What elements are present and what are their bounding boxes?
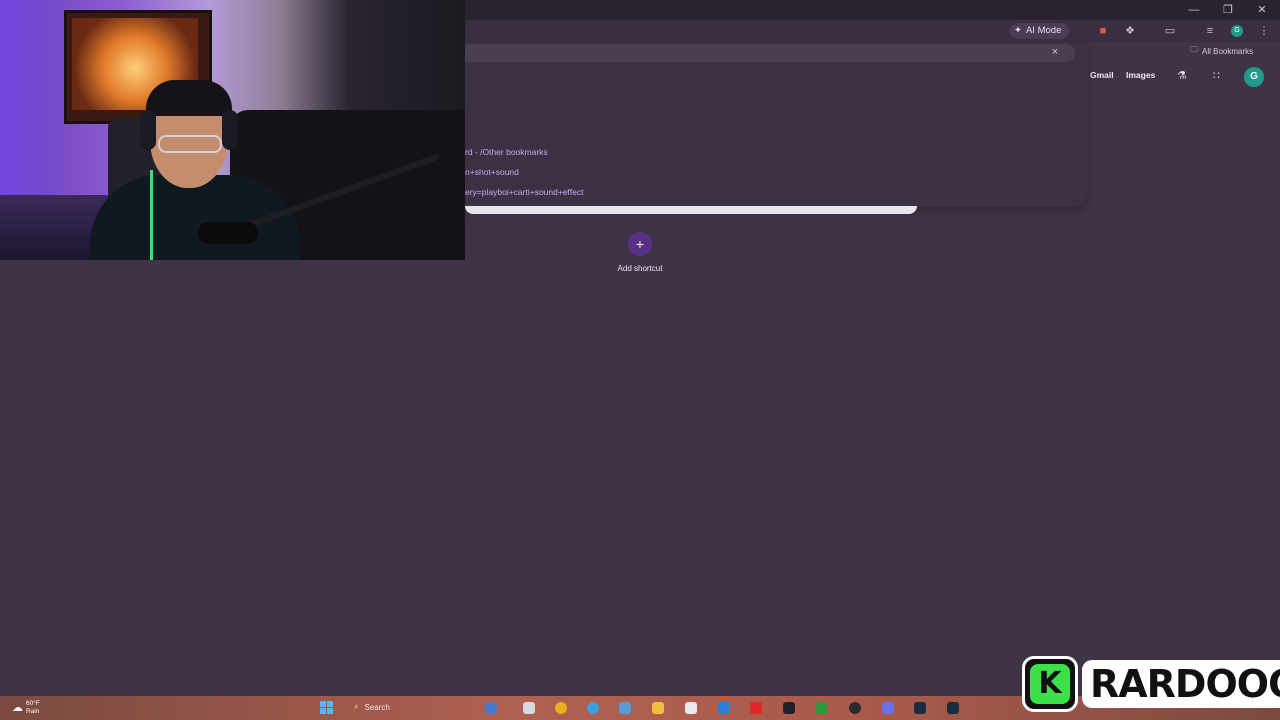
headphone-left	[140, 110, 156, 150]
headset-cable	[150, 170, 153, 260]
headphone-right	[222, 110, 238, 150]
folder-icon: 🗀	[1190, 45, 1198, 54]
suggestion-item[interactable]: ery=playboi+carti+sound+effect	[465, 187, 583, 197]
chrome-icon[interactable]	[555, 702, 567, 714]
taskbar-app-icon[interactable]	[485, 702, 497, 714]
taskbar-search-label: Search	[364, 702, 390, 712]
close-window-icon[interactable]: ✕	[1246, 2, 1278, 18]
obs-icon[interactable]	[849, 702, 861, 714]
add-shortcut-button[interactable]: +	[628, 232, 652, 256]
restore-icon[interactable]: ❐	[1212, 2, 1244, 18]
taskbar-app-icon[interactable]	[685, 702, 697, 714]
cast-icon[interactable]: ▭	[1163, 24, 1177, 38]
glasses	[158, 135, 222, 153]
search-box-edge	[465, 206, 917, 214]
taskbar-app-icon[interactable]	[523, 702, 535, 714]
profile-avatar-small[interactable]: G	[1231, 25, 1243, 37]
streamer-logo-letter: K	[1030, 664, 1070, 704]
weather-condition: Rain	[26, 708, 40, 715]
all-bookmarks-label: All Bookmarks	[1202, 46, 1254, 56]
edge-icon[interactable]	[587, 702, 599, 714]
ai-mode-label: AI Mode	[1025, 25, 1062, 36]
suggestion-item[interactable]: rd - /Other bookmarks	[465, 147, 548, 157]
reading-list-icon[interactable]: ≡	[1203, 24, 1217, 38]
puzzle-icon[interactable]: ❖	[1123, 24, 1137, 38]
minimize-icon[interactable]: —	[1178, 2, 1210, 18]
streamer-hair	[146, 80, 232, 116]
extension-icon[interactable]: ■	[1096, 24, 1110, 38]
taskbar-app-icon[interactable]	[619, 702, 631, 714]
start-button[interactable]	[320, 701, 334, 715]
discord-icon[interactable]	[882, 702, 894, 714]
microphone	[198, 222, 258, 244]
taskbar-app-icon[interactable]	[783, 702, 795, 714]
search-icon: ⌕	[354, 702, 359, 711]
more-menu-icon[interactable]: ⋮	[1257, 24, 1271, 38]
weather-temp: 60°F	[26, 700, 40, 707]
xbox-icon[interactable]	[816, 702, 828, 714]
streamer-logo-text: RARDOOO	[1082, 660, 1280, 708]
images-link[interactable]: Images	[1126, 70, 1155, 80]
sparkle-search-icon: ✦	[1014, 25, 1022, 36]
weather-widget[interactable]: ☁ 60°F Rain	[12, 700, 40, 716]
add-shortcut-label[interactable]: Add shortcut	[600, 264, 680, 273]
webcam-overlay	[0, 0, 465, 260]
address-bar[interactable]	[465, 44, 1075, 62]
cloud-rain-icon: ☁	[12, 702, 23, 714]
taskbar-search[interactable]: ⌕ Search	[354, 702, 390, 712]
youtube-icon[interactable]	[750, 702, 762, 714]
file-explorer-icon[interactable]	[652, 702, 664, 714]
apps-grid-icon[interactable]: ∷	[1213, 69, 1220, 82]
mail-icon[interactable]	[718, 702, 730, 714]
suggestion-item[interactable]: n+shot+sound	[465, 167, 519, 177]
ai-mode-button[interactable]: ✦ AI Mode	[1010, 23, 1070, 39]
omnibox-dropdown	[465, 42, 1087, 207]
steam-icon[interactable]	[914, 702, 926, 714]
all-bookmarks[interactable]: 🗀 All Bookmarks	[1190, 44, 1253, 58]
gmail-link[interactable]: Gmail	[1090, 70, 1114, 80]
steam-icon[interactable]	[947, 702, 959, 714]
labs-flask-icon[interactable]: ⚗	[1177, 69, 1187, 82]
profile-avatar[interactable]: G	[1244, 67, 1264, 87]
close-icon[interactable]: ×	[1049, 45, 1061, 59]
